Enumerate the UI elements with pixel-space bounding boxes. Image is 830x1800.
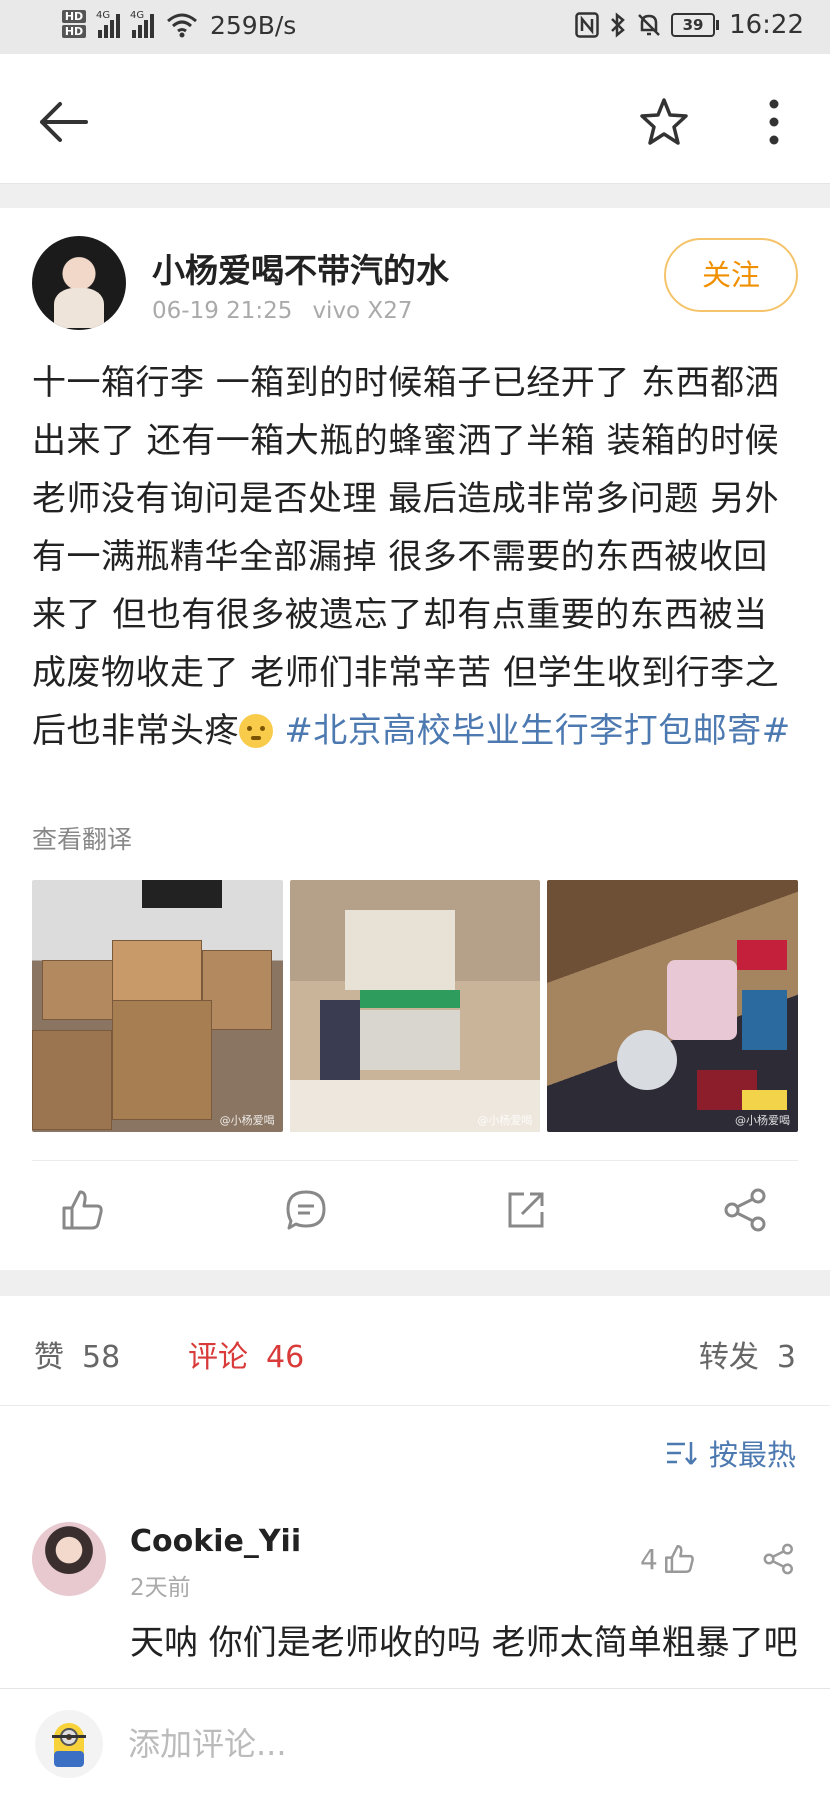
share-icon[interactable]: [722, 1186, 770, 1234]
user-avatar: [34, 1709, 104, 1779]
post-date: 06-19 21:25: [152, 298, 293, 324]
mute-icon: [638, 14, 660, 36]
post-stats-bar: 赞 58 评论 46 转发 3: [0, 1296, 830, 1406]
post-photo-1[interactable]: @小杨爱喝: [32, 880, 283, 1132]
wifi-icon: [167, 13, 197, 38]
bluetooth-icon: [611, 12, 625, 38]
more-vertical-icon[interactable]: [752, 94, 796, 150]
topic-link[interactable]: #北京高校毕业生行李打包邮寄#: [284, 711, 790, 751]
sort-button[interactable]: 按最热: [665, 1432, 796, 1474]
signal-icon-2: 4G: [130, 10, 154, 38]
comment-like-button[interactable]: 4: [640, 1542, 696, 1576]
sort-icon: [666, 1442, 697, 1465]
photo-grid: @小杨爱喝 @小杨爱喝 @小杨爱喝: [32, 880, 799, 1132]
comment-author[interactable]: Cookie_Yii: [130, 1524, 301, 1559]
post-text: 十一箱行李 一箱到的时候箱子已经开了 东西都洒出来了 还有一箱大瓶的蜂蜜洒了半箱…: [32, 354, 802, 760]
likes-tab[interactable]: 赞 58: [34, 1332, 120, 1376]
status-bar: HD HD 4G 4G 259B/s 39 16:22: [0, 0, 830, 54]
comment-text: 天呐 你们是老师收的吗 老师太简单粗暴了吧: [130, 1614, 810, 1694]
post-device: vivo X27: [312, 298, 413, 324]
battery-icon: 39: [671, 13, 720, 37]
post-body: 十一箱行李 一箱到的时候箱子已经开了 东西都洒出来了 还有一箱大瓶的蜂蜜洒了半箱…: [32, 363, 780, 751]
flushed-emoji-icon: [239, 714, 273, 748]
comment-input-bar: 添加评论...: [0, 1688, 830, 1800]
translate-link[interactable]: 查看翻译: [32, 820, 132, 856]
clock: 16:22: [729, 10, 804, 40]
share-icon[interactable]: [762, 1542, 796, 1576]
comment-time: 2天前: [130, 1575, 191, 1601]
comment-icon[interactable]: [282, 1186, 330, 1234]
section-gap: [0, 184, 830, 208]
top-nav-bar: [0, 54, 830, 184]
reposts-tab[interactable]: 转发 3: [699, 1332, 796, 1376]
repost-icon[interactable]: [502, 1186, 550, 1234]
comments-tab[interactable]: 评论 46: [188, 1332, 304, 1376]
author-avatar[interactable]: [32, 236, 126, 330]
star-icon[interactable]: [636, 94, 692, 150]
post-photo-2[interactable]: @小杨爱喝: [289, 880, 541, 1132]
divider: [32, 1160, 798, 1161]
thumb-up-icon[interactable]: [58, 1186, 106, 1234]
signal-icon: 4G: [96, 10, 120, 38]
post-photo-3[interactable]: @小杨爱喝: [547, 880, 799, 1132]
post-meta: 06-19 21:25 vivo X27: [152, 298, 432, 324]
weibo-post: 小杨爱喝不带汽的水 06-19 21:25 vivo X27 关注 十一箱行李 一…: [0, 208, 830, 1270]
nfc-icon: [575, 12, 599, 38]
comment-input[interactable]: 添加评论...: [128, 1719, 287, 1765]
hd-indicator: HD HD: [62, 10, 86, 40]
thumb-up-icon: [664, 1545, 694, 1573]
comment-avatar[interactable]: [32, 1522, 106, 1596]
author-name[interactable]: 小杨爱喝不带汽的水: [152, 244, 449, 292]
section-gap: [0, 1270, 830, 1296]
arrow-left-icon[interactable]: [34, 92, 94, 152]
network-speed: 259B/s: [210, 10, 297, 40]
follow-button[interactable]: 关注: [664, 238, 798, 312]
